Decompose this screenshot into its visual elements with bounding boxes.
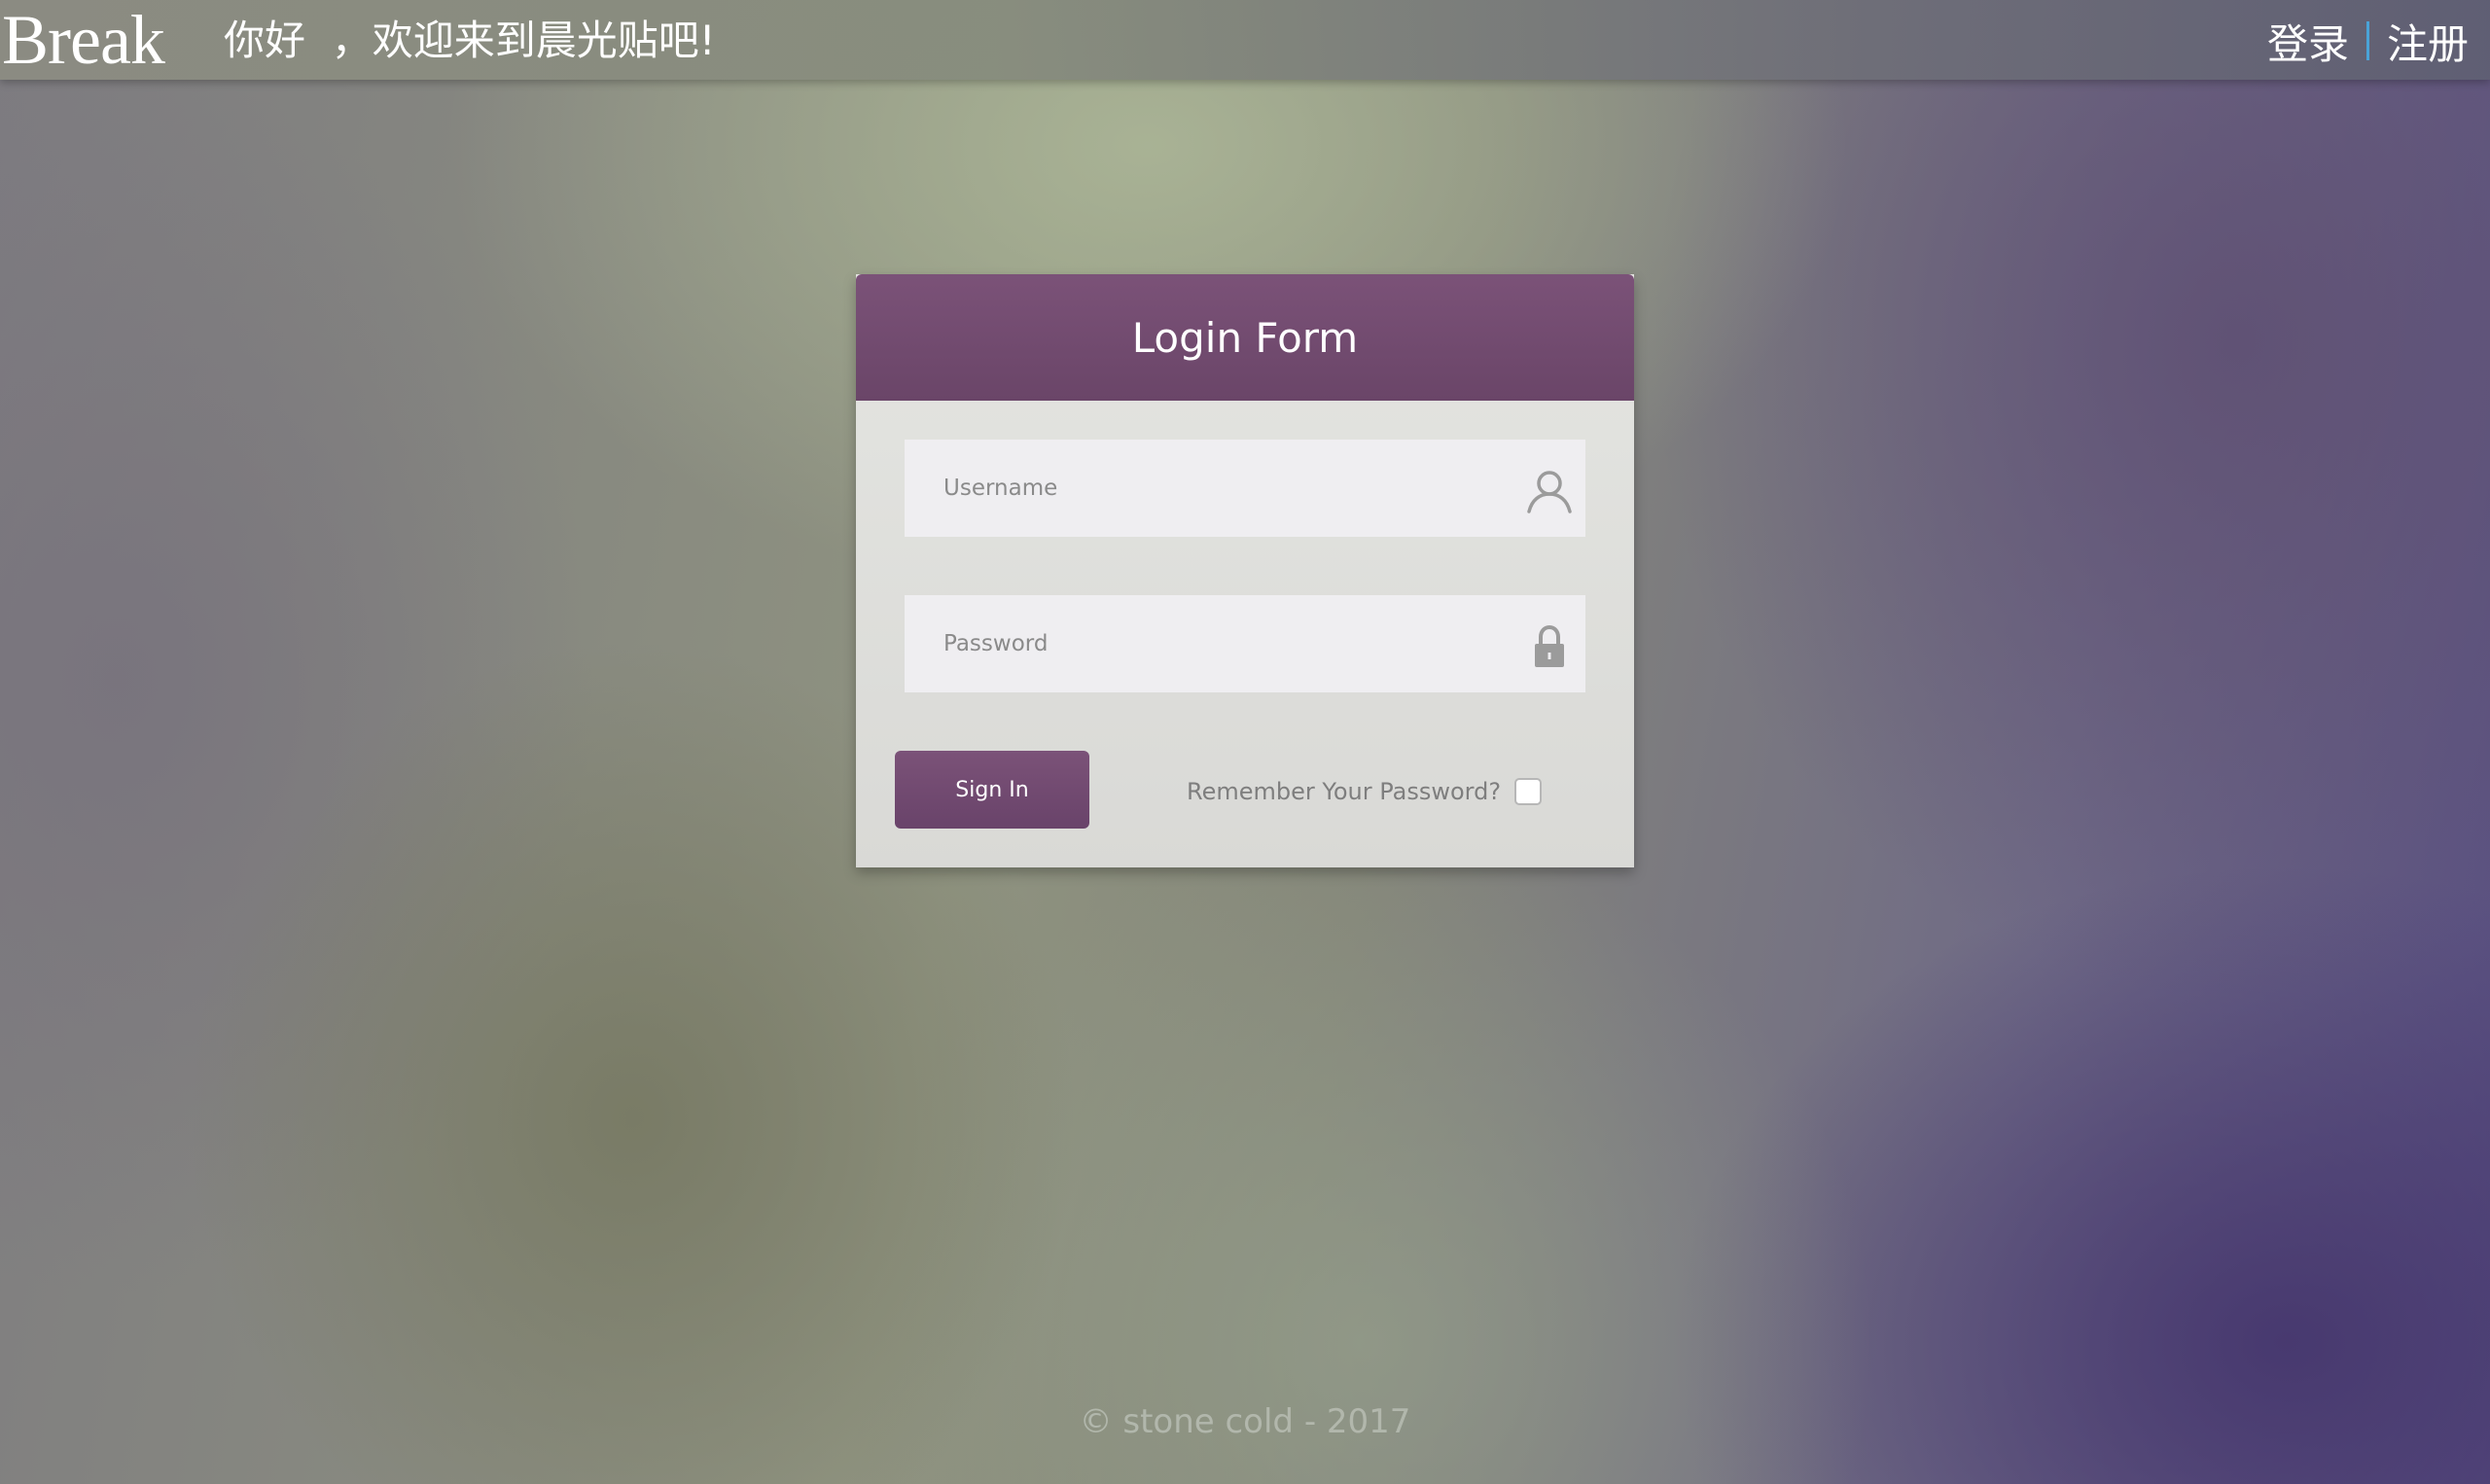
top-bar: Break 你好 ，欢迎来到晨光贴吧! 登录 注册 [0,0,2490,80]
footer-copyright: © stone cold - 2017 [1079,1402,1411,1441]
password-input[interactable] [905,595,1488,692]
remember-password-checkbox[interactable] [1514,778,1543,805]
user-icon [1525,467,1574,515]
remember-password-label: Remember Your Password? [1187,778,1502,805]
login-card-header: Login Form [856,274,1634,401]
username-field [905,440,1585,537]
sign-in-button[interactable]: Sign In [895,751,1089,829]
login-card: Login Form Sign In Remember Your Passwor… [856,274,1634,867]
register-link[interactable]: 注册 [2387,12,2469,71]
auth-links: 登录 注册 [2267,16,2469,68]
login-link[interactable]: 登录 [2267,12,2349,71]
login-form-title: Login Form [1131,313,1359,362]
password-field [905,595,1585,692]
brand-logo[interactable]: Break [2,2,165,78]
welcome-message: 你好 ，欢迎来到晨光贴吧! [224,17,716,64]
link-separator [2366,21,2369,60]
lock-icon [1525,622,1574,671]
username-input[interactable] [905,440,1488,537]
remember-password: Remember Your Password? [1187,772,1543,811]
